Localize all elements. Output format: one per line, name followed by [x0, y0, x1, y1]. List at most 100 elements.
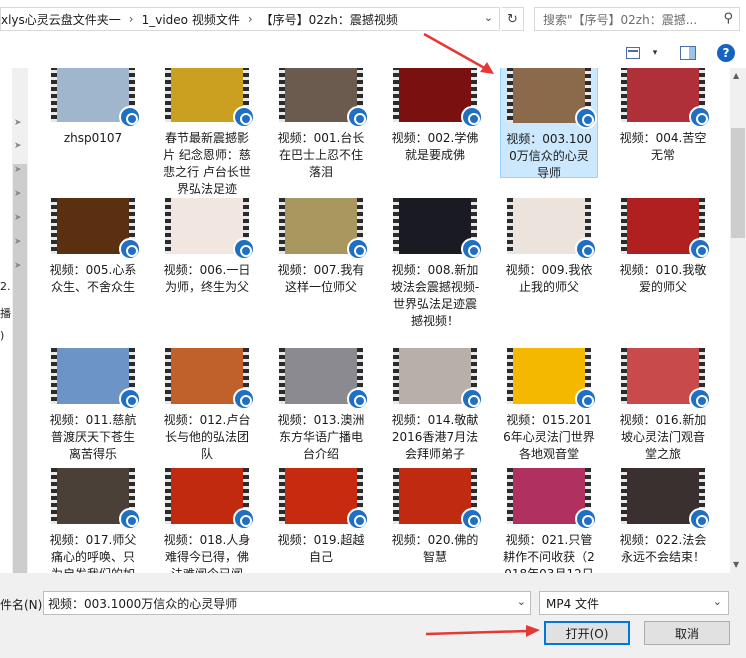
- file-name: 视频：001.台长在巴士上忍不住落泪: [277, 131, 365, 179]
- video-file-icon: [461, 508, 483, 530]
- scroll-down-icon[interactable]: ▼: [733, 560, 739, 569]
- navigation-scrollbar-thumb[interactable]: [13, 164, 27, 574]
- video-thumbnail: [393, 68, 483, 128]
- scroll-up-icon[interactable]: ▲: [733, 71, 739, 80]
- address-bar[interactable]: xlys心灵云盘文件夹一 › 1_video 视频文件 › 【序号】02zh：震…: [0, 7, 500, 31]
- pin-icon: ➤: [14, 118, 22, 128]
- file-item[interactable]: 视频：010.我敬爱的师父: [614, 198, 712, 296]
- nav-item-label[interactable]: 2.: [0, 280, 11, 293]
- navigation-scrollbar[interactable]: ➤ ➤ ➤ ➤ ➤ ➤ ➤: [12, 68, 28, 574]
- file-name: 视频：010.我敬爱的师父: [619, 263, 707, 294]
- pin-icon: ➤: [14, 213, 22, 223]
- filetype-select[interactable]: MP4 文件 ⌄: [539, 591, 729, 615]
- video-thumbnail: [393, 198, 483, 260]
- file-name: 视频：017.师父痛心的呼唤、只为启发我们的如: [49, 533, 137, 573]
- breadcrumb-root[interactable]: xlys心灵云盘文件夹一: [1, 11, 121, 28]
- file-name: 视频：021.只管耕作不问收获（2018年03月12日: [503, 533, 595, 573]
- cancel-button[interactable]: 取消: [644, 621, 730, 645]
- filetype-value: MP4 文件: [546, 596, 600, 611]
- file-item[interactable]: 视频：018.人身难得今已得，佛法难闻今已闻: [158, 468, 256, 573]
- file-name: 视频：016.新加坡心灵法门观音堂之旅: [619, 413, 707, 461]
- file-item[interactable]: 视频：016.新加坡心灵法门观音堂之旅: [614, 348, 712, 463]
- video-file-icon: [575, 238, 597, 260]
- video-file-icon: [233, 388, 255, 410]
- file-item[interactable]: 视频：019.超越自己: [272, 468, 370, 566]
- open-button[interactable]: 打开(O): [544, 621, 630, 645]
- breadcrumb-current-folder[interactable]: 【序号】02zh：震撼视频: [261, 11, 398, 28]
- video-file-icon: [119, 238, 141, 260]
- file-item[interactable]: 视频：017.师父痛心的呼唤、只为启发我们的如: [44, 468, 142, 573]
- video-thumbnail: [51, 348, 141, 410]
- refresh-button[interactable]: ↻: [502, 7, 524, 31]
- file-item[interactable]: 视频：007.我有这样一位师父: [272, 198, 370, 296]
- preview-pane-button[interactable]: [680, 44, 696, 62]
- file-item[interactable]: 视频：015.2016年心灵法门世界各地观音堂: [500, 348, 598, 463]
- file-name: 视频：019.超越自己: [277, 533, 365, 564]
- file-item[interactable]: 视频：005.心系众生、不舍众生: [44, 198, 142, 296]
- view-options-chevron-down-icon[interactable]: ▾: [650, 44, 660, 62]
- file-item[interactable]: 春节最新震撼影片 纪念恩师：慈悲之行 卢台长世界弘法足迹: [158, 68, 256, 198]
- pin-icon: ➤: [14, 189, 22, 199]
- video-file-icon: [461, 238, 483, 260]
- video-file-icon: [119, 106, 141, 128]
- breadcrumb-video-folder[interactable]: 1_video 视频文件: [142, 11, 240, 28]
- video-thumbnail: [165, 68, 255, 128]
- file-item[interactable]: 视频：020.佛的智慧: [386, 468, 484, 566]
- pin-icon: ➤: [14, 165, 22, 175]
- file-name: 视频：009.我依止我的师父: [505, 263, 593, 294]
- file-item[interactable]: 视频：012.卢台长与他的弘法团队: [158, 348, 256, 463]
- video-thumbnail: [51, 68, 141, 128]
- search-input[interactable]: 搜索"【序号】02zh：震撼... ⚲: [534, 7, 740, 31]
- file-item[interactable]: 视频：003.1000万信众的心灵导师: [500, 68, 598, 180]
- video-file-icon: [347, 238, 369, 260]
- file-item[interactable]: 视频：022.法会永远不会结束！: [614, 468, 712, 566]
- file-name: 视频：004.苦空无常: [619, 131, 707, 162]
- file-name: 视频：005.心系众生、不舍众生: [49, 263, 137, 294]
- video-file-icon: [119, 388, 141, 410]
- file-name: 视频：008.新加坡法会震撼视频-世界弘法足迹震撼视频！: [390, 263, 480, 328]
- chevron-down-icon[interactable]: ⌄: [484, 11, 493, 24]
- file-item[interactable]: 视频：008.新加坡法会震撼视频-世界弘法足迹震撼视频！: [386, 198, 484, 330]
- pin-icon: ➤: [14, 237, 22, 247]
- video-file-icon: [119, 508, 141, 530]
- pin-icon: ➤: [14, 261, 22, 271]
- video-file-icon: [689, 106, 711, 128]
- video-thumbnail: [507, 68, 597, 129]
- file-list: zhsp0107 春节最新震撼影片 纪念恩师：慈悲之行 卢台长世界弘法足迹 视频：0…: [44, 68, 730, 573]
- video-thumbnail: [279, 68, 369, 128]
- view-mode-button[interactable]: [626, 44, 640, 62]
- file-name: 视频：018.人身难得今已得，佛法难闻今已闻: [163, 533, 251, 573]
- file-list-scrollbar-thumb[interactable]: [731, 128, 745, 238]
- video-thumbnail: [507, 198, 597, 260]
- file-item[interactable]: 视频：004.苦空无常: [614, 68, 712, 164]
- file-item[interactable]: 视频：013.澳洲东方华语广播电台介绍: [272, 348, 370, 463]
- video-thumbnail: [621, 348, 711, 410]
- video-thumbnail: [165, 198, 255, 260]
- file-item[interactable]: 视频：006.一日为师，终生为父: [158, 198, 256, 296]
- help-button[interactable]: ?: [717, 44, 735, 62]
- file-item[interactable]: 视频：021.只管耕作不问收获（2018年03月12日: [500, 468, 598, 573]
- file-item[interactable]: 视频：009.我依止我的师父: [500, 198, 598, 296]
- file-item[interactable]: 视频：002.学佛就是要成佛: [386, 68, 484, 164]
- file-item[interactable]: 视频：014.敬献2016香港7月法会拜师弟子: [386, 348, 484, 463]
- file-name: zhsp0107: [63, 131, 123, 145]
- file-name: 视频：014.敬献2016香港7月法会拜师弟子: [391, 413, 479, 461]
- search-icon: ⚲: [723, 11, 733, 26]
- file-item[interactable]: 视频：011.慈航普渡厌天下苍生离苦得乐: [44, 348, 142, 463]
- file-item[interactable]: 视频：001.台长在巴士上忍不住落泪: [272, 68, 370, 181]
- video-thumbnail: [621, 198, 711, 260]
- chevron-down-icon[interactable]: ⌄: [713, 595, 722, 608]
- video-file-icon: [347, 388, 369, 410]
- video-file-icon: [689, 388, 711, 410]
- video-file-icon: [233, 238, 255, 260]
- file-list-scrollbar[interactable]: ▲ ▼: [730, 68, 746, 573]
- file-item[interactable]: zhsp0107: [44, 68, 142, 147]
- video-thumbnail: [165, 348, 255, 410]
- video-file-icon: [575, 508, 597, 530]
- chevron-down-icon[interactable]: ⌄: [517, 595, 526, 608]
- video-thumbnail: [165, 468, 255, 530]
- filename-input[interactable]: 视频：003.1000万信众的心灵导师 ⌄: [43, 591, 531, 615]
- file-name: 视频：013.澳洲东方华语广播电台介绍: [277, 413, 365, 461]
- nav-item-label[interactable]: 播: [0, 305, 11, 321]
- nav-item-label[interactable]: ): [0, 329, 4, 342]
